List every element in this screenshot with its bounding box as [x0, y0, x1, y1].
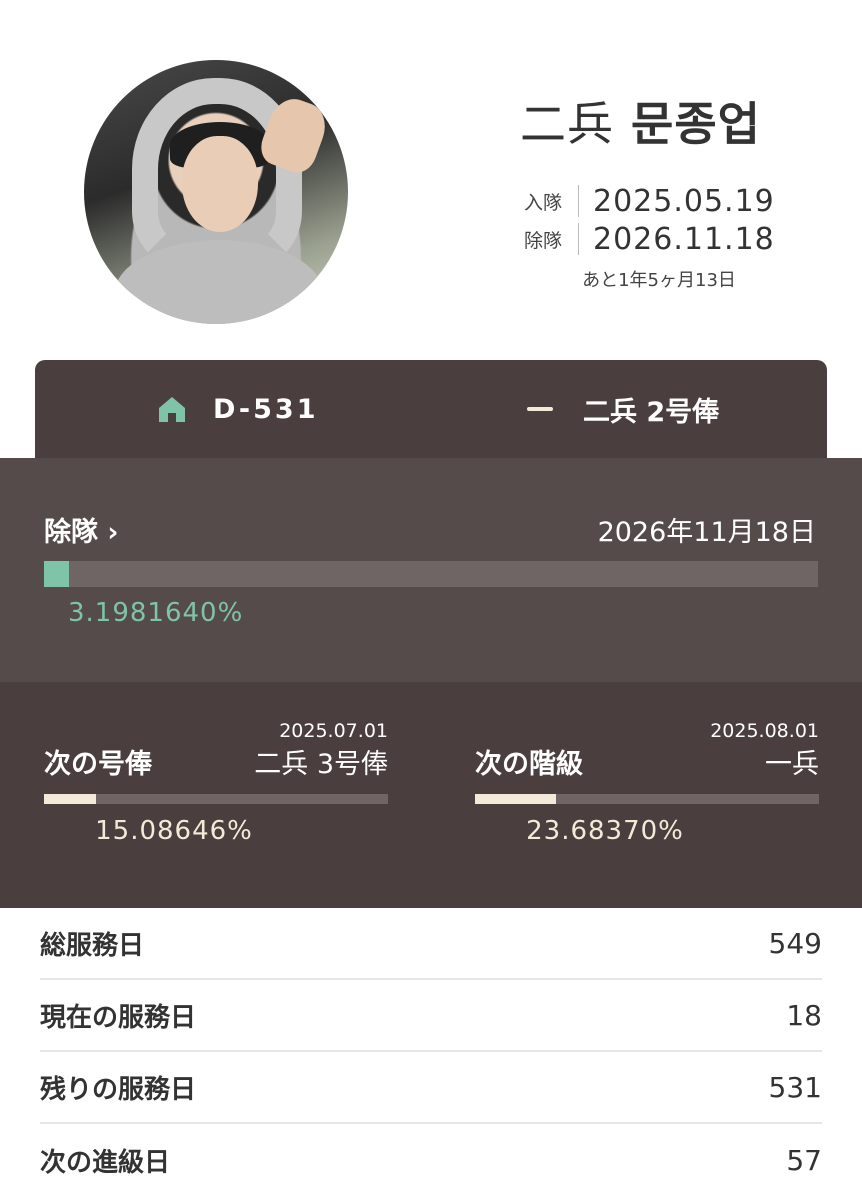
- stat-label: 残りの服務日: [40, 1074, 197, 1105]
- next-pay-grade-progress-fill: [44, 794, 96, 804]
- stat-row-remaining: 残りの服務日 531: [40, 1052, 822, 1124]
- tab-dday-label: D-531: [213, 393, 319, 425]
- next-promotion-panel: 2025.07.01 次の号俸 二兵 3号俸 15.08646% 2025.08…: [0, 682, 862, 908]
- stat-value: 549: [768, 926, 822, 960]
- enlist-label: 入隊: [524, 191, 563, 214]
- discharge-link[interactable]: 除隊 ›: [44, 510, 119, 549]
- stat-label: 総服務日: [40, 930, 145, 961]
- next-pay-grade-date: 2025.07.01: [279, 720, 388, 742]
- next-rank-label: 次の階級: [475, 749, 583, 780]
- next-pay-grade: 2025.07.01 次の号俸 二兵 3号俸 15.08646%: [44, 682, 388, 908]
- service-stats: 総服務日 549 現在の服務日 18 残りの服務日 531 次の進級日 57: [40, 908, 822, 1196]
- stat-row-total: 総服務日 549: [40, 908, 822, 980]
- discharge-label: 除隊: [524, 229, 563, 252]
- profile-name: 二兵 문종업: [520, 88, 761, 154]
- remaining-time: あと1年5ヶ月13日: [582, 270, 736, 291]
- tab-dday[interactable]: D-531: [157, 360, 318, 458]
- stat-row-next-promotion: 次の進級日 57: [40, 1124, 822, 1196]
- service-dates: 入隊 2025.05.19 除隊 2026.11.18: [524, 182, 775, 258]
- stat-label: 現在の服務日: [40, 1002, 197, 1033]
- stat-value: 18: [786, 998, 822, 1032]
- next-rank-progress-bar: [475, 794, 819, 804]
- tab-rank-label: 二兵 2号俸: [583, 396, 720, 428]
- next-pay-grade-label: 次の号俸: [44, 749, 152, 780]
- next-rank-date: 2025.08.01: [710, 720, 819, 742]
- next-pay-grade-value: 二兵 3号俸: [254, 749, 388, 780]
- tab-bar: D-531 二兵 2号俸: [35, 360, 827, 458]
- enlist-row: 入隊 2025.05.19: [524, 182, 775, 220]
- stat-label: 次の進級日: [40, 1147, 171, 1178]
- avatar-face: [182, 136, 258, 232]
- discharge-row: 除隊 2026.11.18: [524, 220, 775, 258]
- profile-name-text: 문종업: [631, 97, 761, 151]
- discharge-full-date: 2026年11月18日: [597, 517, 816, 548]
- home-icon: [159, 397, 185, 422]
- discharge-panel: 除隊 › 2026年11月18日 3.1981640%: [0, 458, 862, 682]
- discharge-date: 2026.11.18: [593, 221, 775, 257]
- next-rank: 2025.08.01 次の階級 一兵 23.68370%: [475, 682, 819, 908]
- dash-icon: [527, 407, 553, 411]
- enlist-date: 2025.05.19: [593, 183, 775, 219]
- next-pay-grade-percent: 15.08646%: [95, 816, 253, 846]
- stat-value: 531: [768, 1070, 822, 1104]
- tab-rank[interactable]: 二兵 2号俸: [527, 360, 719, 458]
- next-rank-percent: 23.68370%: [526, 816, 684, 846]
- profile-rank: 二兵: [520, 97, 614, 151]
- discharge-progress-fill: [44, 561, 69, 587]
- profile-avatar[interactable]: [84, 60, 348, 324]
- date-divider: [578, 185, 579, 217]
- next-pay-grade-progress-bar: [44, 794, 388, 804]
- next-rank-value: 一兵: [765, 749, 819, 780]
- date-divider: [578, 223, 579, 255]
- stat-value: 57: [786, 1143, 822, 1177]
- next-rank-progress-fill: [475, 794, 557, 804]
- discharge-percent: 3.1981640%: [68, 598, 244, 628]
- discharge-progress-bar: [44, 561, 818, 587]
- stat-row-current: 現在の服務日 18: [40, 980, 822, 1052]
